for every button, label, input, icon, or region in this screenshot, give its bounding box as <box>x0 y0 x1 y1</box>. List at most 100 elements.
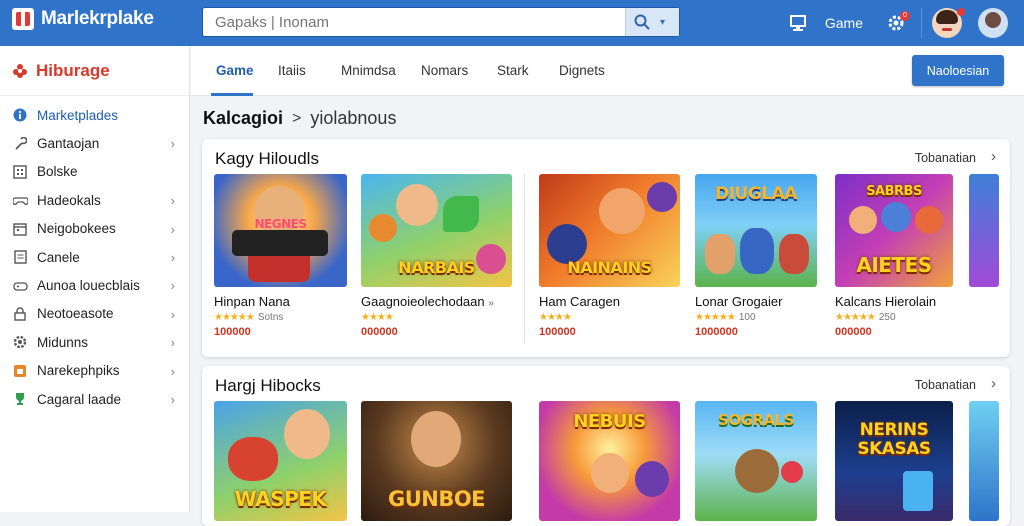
game-link[interactable]: Game <box>825 15 863 31</box>
price: 100000 <box>214 326 251 338</box>
sidebar-item-cagaral[interactable]: Cagaral laade › <box>0 385 189 413</box>
game-thumbnail[interactable]: WASPEK <box>214 401 347 521</box>
game-art-title: NEGNES <box>254 217 307 231</box>
notifications-button[interactable]: 0 <box>881 8 911 38</box>
monitor-icon <box>789 15 806 31</box>
flower-icon <box>13 63 27 78</box>
game-card[interactable]: DIUGLAA Lonar Grogaier ★★★★★ 100 1000000 <box>695 174 817 338</box>
game-thumbnail[interactable]: NEGNES <box>214 174 347 287</box>
game-art-title: GUNBOE <box>387 487 486 511</box>
rating: ★★★★★ 100 <box>695 312 817 323</box>
chevron-right-icon: › <box>170 249 175 265</box>
status-badge <box>957 8 965 16</box>
sidebar-item-gantaojan[interactable]: Gantaojan › <box>0 129 189 157</box>
secondary-profile-button[interactable] <box>978 8 1008 38</box>
chevron-right-icon[interactable]: › <box>991 375 996 392</box>
game-thumbnail[interactable]: NERINS SKASAS <box>835 401 953 521</box>
game-art-title: WASPEK <box>234 487 327 511</box>
chevron-right-icon: › <box>170 391 175 407</box>
character-head <box>591 453 629 493</box>
sidebar-item-midunns[interactable]: Midunns › <box>0 328 189 356</box>
game-thumbnail[interactable]: SOGRALS <box>695 401 817 521</box>
search-button[interactable]: ▾ <box>625 8 679 36</box>
controller-icon <box>12 278 28 294</box>
game-thumbnail[interactable]: NEBUIS <box>539 401 680 521</box>
game-thumbnail[interactable] <box>969 401 999 521</box>
price: 1000000 <box>695 326 738 338</box>
game-art-title: NARBAIS <box>398 258 475 277</box>
sidebar-item-label: Cagaral laade <box>37 391 122 407</box>
sidebar-item-label: Neigobokees <box>37 221 116 237</box>
character-head <box>228 437 278 481</box>
game-art-title: NEBUIS <box>573 411 646 432</box>
character-head <box>881 202 911 232</box>
rating: ★★★★★ Sotns <box>214 312 347 323</box>
tab-nomars[interactable]: Nomars <box>421 63 468 78</box>
sidebar-item-marketplaces[interactable]: Marketplades <box>0 101 189 129</box>
game-card[interactable]: NERINS SKASAS <box>835 401 953 521</box>
see-all-link[interactable]: Tobanatian <box>915 151 976 165</box>
chevron-right-icon: › <box>170 363 175 379</box>
sidebar-list: Marketplades Gantaojan › Bolske Hadeokal… <box>0 96 189 413</box>
character <box>779 234 809 274</box>
gear-icon <box>12 334 28 350</box>
see-all-link[interactable]: Tobanatian <box>915 378 976 392</box>
game-thumbnail[interactable]: SABRBS AIETES <box>835 174 953 287</box>
game-thumbnail[interactable]: NAINAINS <box>539 174 680 287</box>
info-circle-icon <box>12 107 28 123</box>
sidebar-item-narekephpiks[interactable]: Narekephpiks › <box>0 357 189 385</box>
game-card[interactable]: WASPEK <box>214 401 347 521</box>
game-thumbnail[interactable]: NARBAIS <box>361 174 512 287</box>
game-card[interactable]: NEBUIS <box>539 401 680 521</box>
profile-button[interactable] <box>932 8 965 38</box>
game-card-partial[interactable] <box>969 174 999 287</box>
game-card[interactable]: SABRBS AIETES Kalcans Hierolain ★★★★★ 25… <box>835 174 953 338</box>
game-name[interactable]: Ham Caragen <box>539 294 680 309</box>
game-name[interactable]: Gaagnoieolechodaan » <box>361 294 512 309</box>
character-prop <box>443 196 479 232</box>
chevron-right-icon[interactable]: › <box>991 148 996 165</box>
game-name[interactable]: Kalcans Hierolain <box>835 294 953 309</box>
star-rating-icon: ★★★★★ <box>214 312 255 323</box>
sidebar-item-neotoeasote[interactable]: Neotoeasote › <box>0 300 189 328</box>
primary-action-button[interactable]: Naoloesian <box>912 55 1004 86</box>
tab-stark[interactable]: Stark <box>497 63 529 78</box>
tab-game[interactable]: Game <box>216 63 254 78</box>
game-card[interactable]: NAINAINS Ham Caragen ★★★★ 100000 <box>539 174 680 338</box>
chevron-right-icon: › <box>170 136 175 152</box>
search-input[interactable] <box>215 14 615 31</box>
chevron-right-icon: › <box>170 193 175 209</box>
tab-dignets[interactable]: Dignets <box>559 63 605 78</box>
grid-icon <box>12 164 28 180</box>
sidebar-item-hadeokals[interactable]: Hadeokals › <box>0 186 189 214</box>
sidebar-item-neigobokees[interactable]: Neigobokees › <box>0 215 189 243</box>
game-name[interactable]: Lonar Grogaier <box>695 294 817 309</box>
tab-mnimdsa[interactable]: Mnimdsa <box>341 63 396 78</box>
sidebar-item-canele[interactable]: Canele › <box>0 243 189 271</box>
breadcrumb-separator: > <box>292 109 302 127</box>
game-card-partial[interactable] <box>969 401 999 521</box>
game-name[interactable]: Hinpan Nana <box>214 294 347 309</box>
game-card[interactable]: NEGNES Hinpan Nana ★★★★★ Sotns 100000 <box>214 174 347 338</box>
game-thumbnail[interactable] <box>969 174 999 287</box>
game-card[interactable]: GUNBOE <box>361 401 512 521</box>
sidebar-header[interactable]: Hiburage <box>0 46 189 96</box>
tab-itaiis[interactable]: Itaiis <box>278 63 306 78</box>
active-tab-indicator <box>211 93 253 96</box>
document-icon <box>12 249 28 265</box>
brand-name: Marlekrplake <box>41 8 154 29</box>
game-card[interactable]: SOGRALS <box>695 401 817 521</box>
rating: ★★★★ <box>361 312 512 323</box>
game-thumbnail[interactable]: GUNBOE <box>361 401 512 521</box>
game-thumbnail[interactable]: DIUGLAA <box>695 174 817 287</box>
game-card[interactable]: NARBAIS Gaagnoieolechodaan » ★★★★ 000000 <box>361 174 512 338</box>
brand-logo-link[interactable]: Marlekrplake <box>12 8 154 30</box>
sidebar-item-label: Gantaojan <box>37 136 100 152</box>
chevron-down-icon: ▾ <box>660 16 666 28</box>
sidebar-item-aunoa[interactable]: Aunoa louecblais › <box>0 271 189 299</box>
sidebar: Hiburage Marketplades Gantaojan › Bolske… <box>0 46 190 512</box>
breadcrumb-root[interactable]: Kalcagioi <box>203 108 283 129</box>
sidebar-item-bolske[interactable]: Bolske <box>0 158 189 186</box>
sidebar-item-label: Canele <box>37 249 80 265</box>
monitor-button[interactable] <box>783 8 813 38</box>
